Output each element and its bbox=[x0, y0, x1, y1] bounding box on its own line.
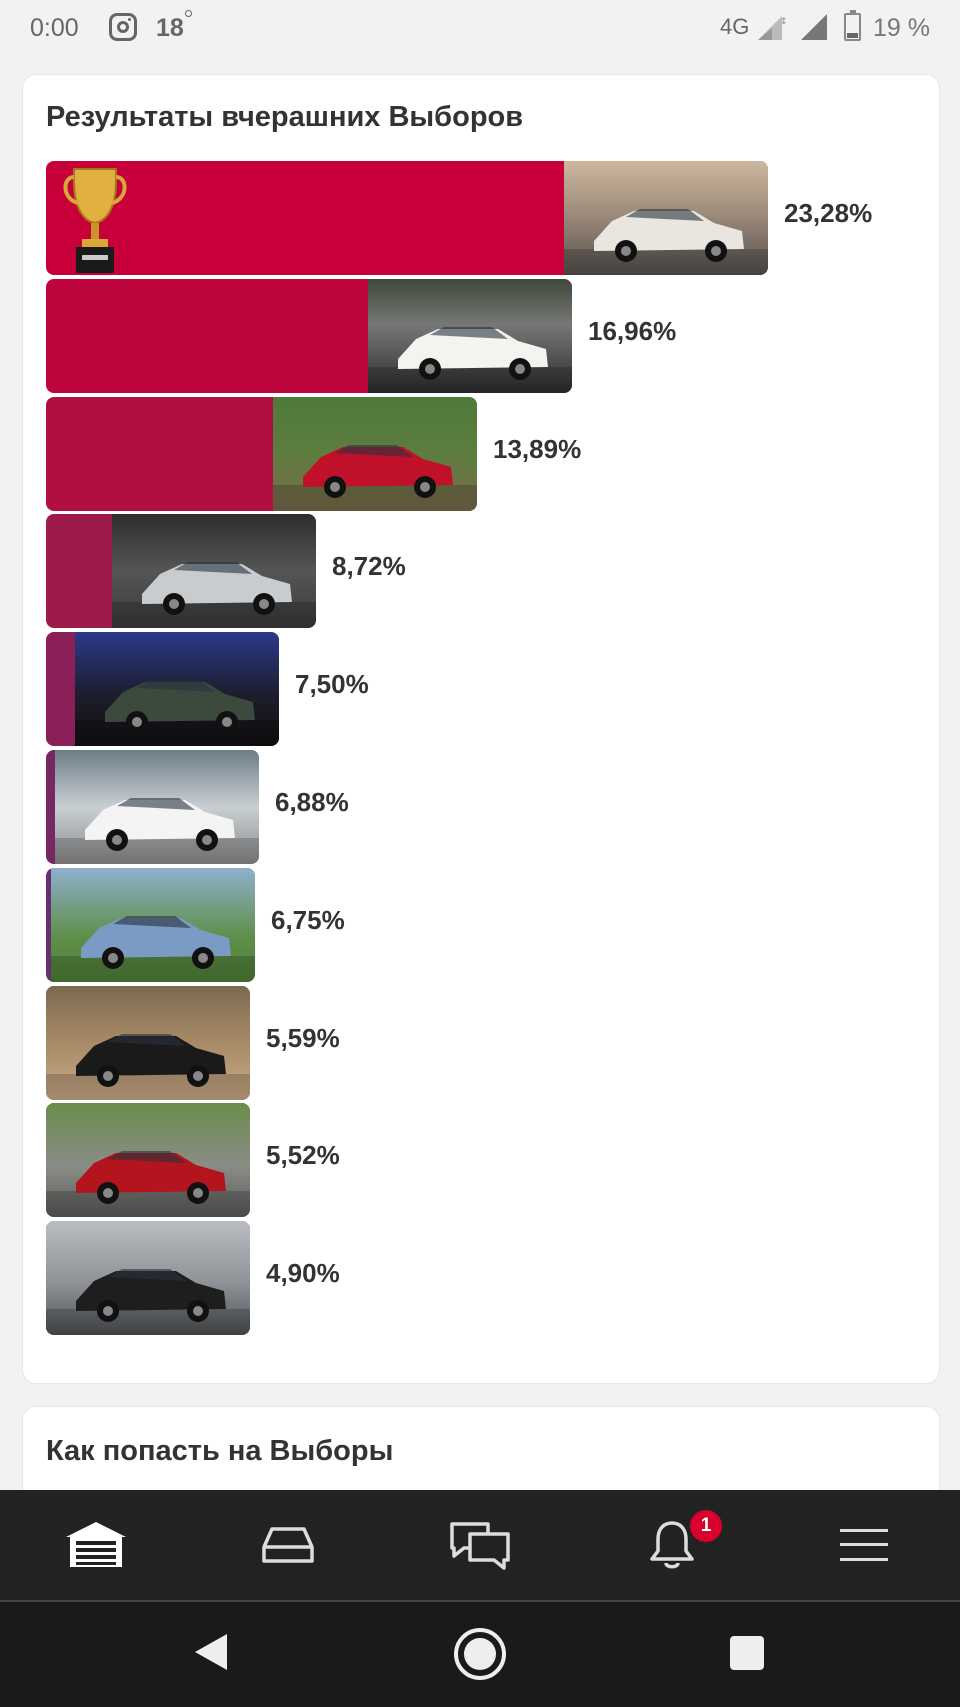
garage-icon bbox=[66, 1522, 126, 1567]
nav-menu[interactable] bbox=[768, 1490, 960, 1600]
result-row[interactable]: 5,52% bbox=[46, 1103, 906, 1217]
system-nav bbox=[0, 1600, 960, 1707]
result-percent: 5,59% bbox=[266, 1023, 340, 1053]
status-battery: 19 % bbox=[873, 14, 930, 42]
nav-notifications[interactable] bbox=[576, 1490, 768, 1600]
result-percent: 7,50% bbox=[295, 669, 369, 699]
bottom-nav bbox=[0, 1490, 960, 1600]
result-row[interactable]: 4,90% bbox=[46, 1221, 906, 1335]
result-bar[interactable] bbox=[46, 986, 250, 1100]
nav-garage[interactable] bbox=[0, 1490, 192, 1600]
result-row[interactable]: 13,89% bbox=[46, 397, 906, 511]
signal-icon: ↕ bbox=[758, 16, 788, 40]
nav-cars[interactable] bbox=[192, 1490, 384, 1600]
result-bar[interactable] bbox=[46, 1221, 250, 1335]
car-photo bbox=[273, 397, 477, 511]
result-bar[interactable] bbox=[46, 632, 279, 746]
notification-badge: 1 bbox=[688, 1508, 724, 1544]
car-image bbox=[46, 1151, 250, 1217]
car-photo bbox=[368, 279, 572, 393]
car-image bbox=[46, 1269, 250, 1335]
car-photo bbox=[112, 514, 316, 628]
status-time: 0:00 bbox=[30, 14, 79, 42]
result-bar[interactable] bbox=[46, 868, 255, 982]
result-percent: 5,52% bbox=[266, 1140, 340, 1170]
car-image bbox=[564, 209, 768, 275]
result-percent: 8,72% bbox=[332, 551, 406, 581]
back-icon[interactable] bbox=[193, 1632, 229, 1672]
car-icon bbox=[262, 1527, 314, 1563]
status-temperature: 18 bbox=[156, 14, 184, 42]
result-percent: 23,28% bbox=[784, 198, 873, 228]
nav-messages[interactable] bbox=[384, 1490, 576, 1600]
results-card: Результаты вчерашних Выборов 23,28% 16,96… bbox=[22, 74, 940, 1384]
car-photo bbox=[564, 161, 768, 275]
result-bar[interactable] bbox=[46, 1103, 250, 1217]
car-photo bbox=[46, 986, 250, 1100]
car-image bbox=[51, 916, 255, 982]
messages-icon bbox=[450, 1522, 510, 1570]
car-image bbox=[273, 445, 477, 511]
result-bar[interactable] bbox=[46, 279, 572, 393]
signal-icon bbox=[801, 14, 827, 40]
result-bar[interactable] bbox=[46, 514, 316, 628]
trophy-icon bbox=[60, 161, 130, 275]
svg-text:↕: ↕ bbox=[780, 17, 788, 27]
instagram-icon bbox=[109, 13, 137, 41]
car-image bbox=[112, 562, 316, 628]
result-row[interactable]: 5,59% bbox=[46, 986, 906, 1100]
result-percent: 13,89% bbox=[493, 434, 582, 464]
menu-icon bbox=[840, 1529, 888, 1561]
car-image bbox=[46, 1034, 250, 1100]
results-title: Результаты вчерашних Выборов bbox=[46, 101, 524, 133]
result-row[interactable]: 16,96% bbox=[46, 279, 906, 393]
degree-icon bbox=[185, 10, 192, 17]
result-percent: 4,90% bbox=[266, 1258, 340, 1288]
result-row[interactable]: 6,88% bbox=[46, 750, 906, 864]
result-bar[interactable] bbox=[46, 750, 259, 864]
car-photo bbox=[46, 1103, 250, 1217]
battery-icon bbox=[844, 10, 861, 41]
result-percent: 16,96% bbox=[588, 316, 677, 346]
car-image bbox=[55, 798, 259, 864]
status-network: 4G bbox=[720, 14, 750, 39]
car-photo bbox=[55, 750, 259, 864]
car-image bbox=[75, 680, 279, 746]
result-percent: 6,75% bbox=[271, 905, 345, 935]
result-bar[interactable] bbox=[46, 161, 768, 275]
home-icon[interactable] bbox=[453, 1627, 507, 1681]
car-photo bbox=[75, 632, 279, 746]
recents-icon[interactable] bbox=[729, 1635, 765, 1671]
car-image bbox=[368, 327, 572, 393]
result-row[interactable]: 7,50% bbox=[46, 632, 906, 746]
status-bar: 0:00 18 4G ↕ 19 % bbox=[0, 0, 960, 54]
howto-title: Как попасть на Выборы bbox=[46, 1435, 394, 1467]
car-photo bbox=[51, 868, 255, 982]
result-percent: 6,88% bbox=[275, 787, 349, 817]
result-bar[interactable] bbox=[46, 397, 477, 511]
car-photo bbox=[46, 1221, 250, 1335]
result-row[interactable]: 23,28% bbox=[46, 161, 906, 275]
result-row[interactable]: 6,75% bbox=[46, 868, 906, 982]
result-row[interactable]: 8,72% bbox=[46, 514, 906, 628]
